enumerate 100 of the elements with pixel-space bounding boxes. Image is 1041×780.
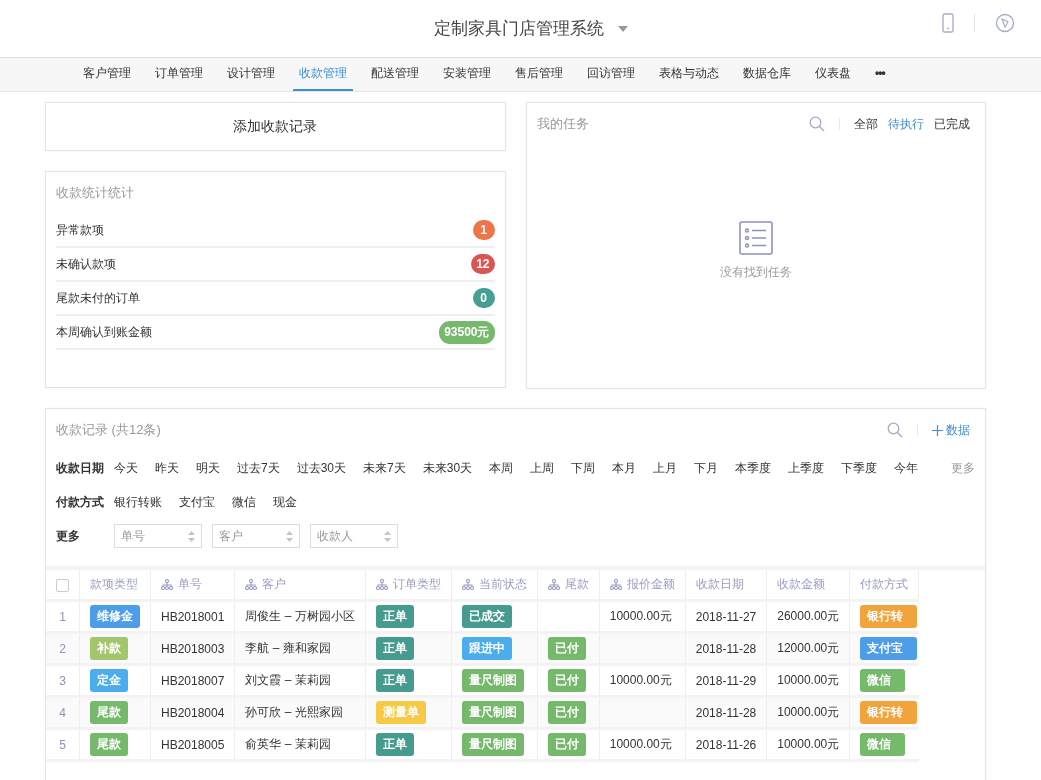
- table-cell: 2018-11-28: [695, 705, 757, 720]
- payment-method-tag: 微信: [860, 733, 906, 756]
- filter-option[interactable]: 今天: [114, 459, 138, 477]
- nav-tab[interactable]: 客户管理: [77, 58, 137, 91]
- plus-icon: [932, 424, 943, 436]
- filter-option[interactable]: 昨天: [155, 459, 179, 477]
- row-number: 2: [59, 641, 66, 656]
- search-icon[interactable]: [809, 116, 825, 132]
- status-tag: 量尺制图: [461, 733, 524, 756]
- payment-method-tag: 微信: [860, 669, 906, 692]
- sort-arrows-icon: [384, 531, 391, 542]
- nav-tab[interactable]: 设计管理: [221, 58, 281, 91]
- table-cell: 10000.00元: [609, 737, 672, 751]
- table-cell: HB2018005: [161, 737, 225, 752]
- nav-tab[interactable]: 数据仓库: [737, 58, 797, 91]
- row-number: 5: [59, 737, 66, 752]
- caret-icon[interactable]: [617, 25, 628, 32]
- filter-option[interactable]: 下月: [694, 459, 719, 477]
- filter-option[interactable]: 银行转账: [114, 493, 162, 511]
- phone-icon[interactable]: [942, 13, 954, 33]
- status-tag: 跟进中: [461, 637, 512, 660]
- sort-arrows-icon: [286, 531, 293, 542]
- compass-icon[interactable]: [995, 13, 1015, 33]
- table-cell: 10000.00元: [609, 609, 672, 623]
- row-number: 4: [59, 705, 66, 720]
- task-filter[interactable]: 待执行: [888, 115, 924, 133]
- card-title: 我的任务: [536, 115, 589, 133]
- payment-type-tag: 尾款: [90, 733, 128, 756]
- list-icon: [738, 220, 773, 255]
- filter-option[interactable]: 未来30天: [422, 459, 473, 477]
- order-type-tag: 正单: [375, 669, 414, 692]
- select-field[interactable]: 收款人: [310, 524, 398, 548]
- select-field[interactable]: 客户: [212, 524, 300, 548]
- select-field[interactable]: 单号: [114, 524, 202, 548]
- hierarchy-icon: [375, 579, 388, 590]
- nav-tab[interactable]: 回访管理: [581, 58, 641, 91]
- table-cell: HB2018004: [161, 705, 225, 720]
- hierarchy-icon: [161, 579, 173, 590]
- task-filter[interactable]: 已完成: [934, 115, 970, 133]
- payment-type-tag: 尾款: [90, 701, 128, 724]
- filter-option[interactable]: 现金: [273, 493, 297, 511]
- task-filter[interactable]: 全部: [854, 115, 878, 133]
- status-tag: 量尺制图: [461, 701, 524, 724]
- table-cell: 周俊生 – 万树园小区: [245, 609, 355, 623]
- table-cell: HB2018003: [161, 641, 225, 656]
- order-type-tag: 正单: [375, 637, 414, 660]
- nav-tab[interactable]: 订单管理: [149, 58, 209, 91]
- balance-tag: 已付: [547, 701, 586, 724]
- nav-tab[interactable]: 表格与动态: [653, 58, 725, 91]
- filter-option[interactable]: 支付宝: [179, 493, 215, 511]
- table-cell: 李航 – 雍和家园: [245, 641, 331, 655]
- table-cell: 2018-11-28: [695, 641, 757, 656]
- empty-message: 没有找到任务: [719, 263, 792, 281]
- filter-option[interactable]: 微信: [232, 493, 256, 511]
- table-cell: 10000.00元: [777, 673, 840, 687]
- stat-label: 异常款项: [56, 221, 104, 239]
- filter-option[interactable]: 过去30天: [296, 459, 347, 477]
- search-icon[interactable]: [887, 422, 903, 438]
- payment-type-tag: 定金: [90, 669, 128, 692]
- filter-option[interactable]: 本月: [612, 459, 637, 477]
- table-cell: HB2018007: [161, 673, 225, 688]
- hierarchy-icon: [547, 579, 560, 590]
- nav-tab[interactable]: 售后管理: [509, 58, 569, 91]
- payment-method-tag: 银行转: [860, 605, 918, 628]
- filter-option[interactable]: 过去7天: [237, 459, 280, 477]
- filter-option[interactable]: 上季度: [788, 459, 825, 477]
- card-title: 收款记录 (共12条): [56, 421, 161, 439]
- filter-option[interactable]: 下季度: [841, 459, 878, 477]
- table-cell: 26000.00元: [777, 609, 840, 623]
- table-cell: 2018-11-27: [695, 609, 757, 624]
- row-number: 3: [59, 673, 66, 688]
- filter-option[interactable]: 上周: [530, 459, 555, 477]
- filter-option[interactable]: 上月: [653, 459, 678, 477]
- balance-tag: 已付: [547, 637, 586, 660]
- nav-tab[interactable]: 配送管理: [365, 58, 425, 91]
- table-cell: 10000.00元: [777, 705, 840, 719]
- nav-tab[interactable]: 安装管理: [437, 58, 497, 91]
- row-number: 1: [59, 609, 66, 624]
- add-record-button[interactable]: 添加收款记录: [45, 102, 506, 151]
- filter-option[interactable]: 本季度: [735, 459, 772, 477]
- select-all-checkbox[interactable]: [56, 578, 69, 592]
- filter-option[interactable]: 本周: [489, 459, 514, 477]
- sort-arrows-icon: [188, 531, 195, 542]
- filter-option[interactable]: 下周: [571, 459, 596, 477]
- app-title: 定制家具门店管理系统: [433, 18, 604, 40]
- filter-option[interactable]: 未来7天: [363, 459, 406, 477]
- filter-option[interactable]: 明天: [196, 459, 220, 477]
- add-data-link[interactable]: 数据: [932, 421, 970, 439]
- payment-type-tag: 维修金: [90, 605, 140, 628]
- filter-option[interactable]: 今年: [894, 459, 919, 477]
- nav-tab[interactable]: 仪表盘: [809, 58, 857, 91]
- more-menu[interactable]: •••: [869, 58, 891, 91]
- order-type-tag: 正单: [375, 605, 414, 628]
- count-badge: 0: [472, 288, 495, 308]
- table-cell: 2018-11-29: [695, 673, 757, 688]
- status-tag: 量尺制图: [461, 669, 524, 692]
- stat-label: 尾款未付的订单: [56, 289, 140, 307]
- table-cell: 孙可欣 – 光熙家园: [245, 705, 343, 719]
- table-cell: 12000.00元: [777, 641, 840, 655]
- balance-tag: 已付: [547, 733, 586, 756]
